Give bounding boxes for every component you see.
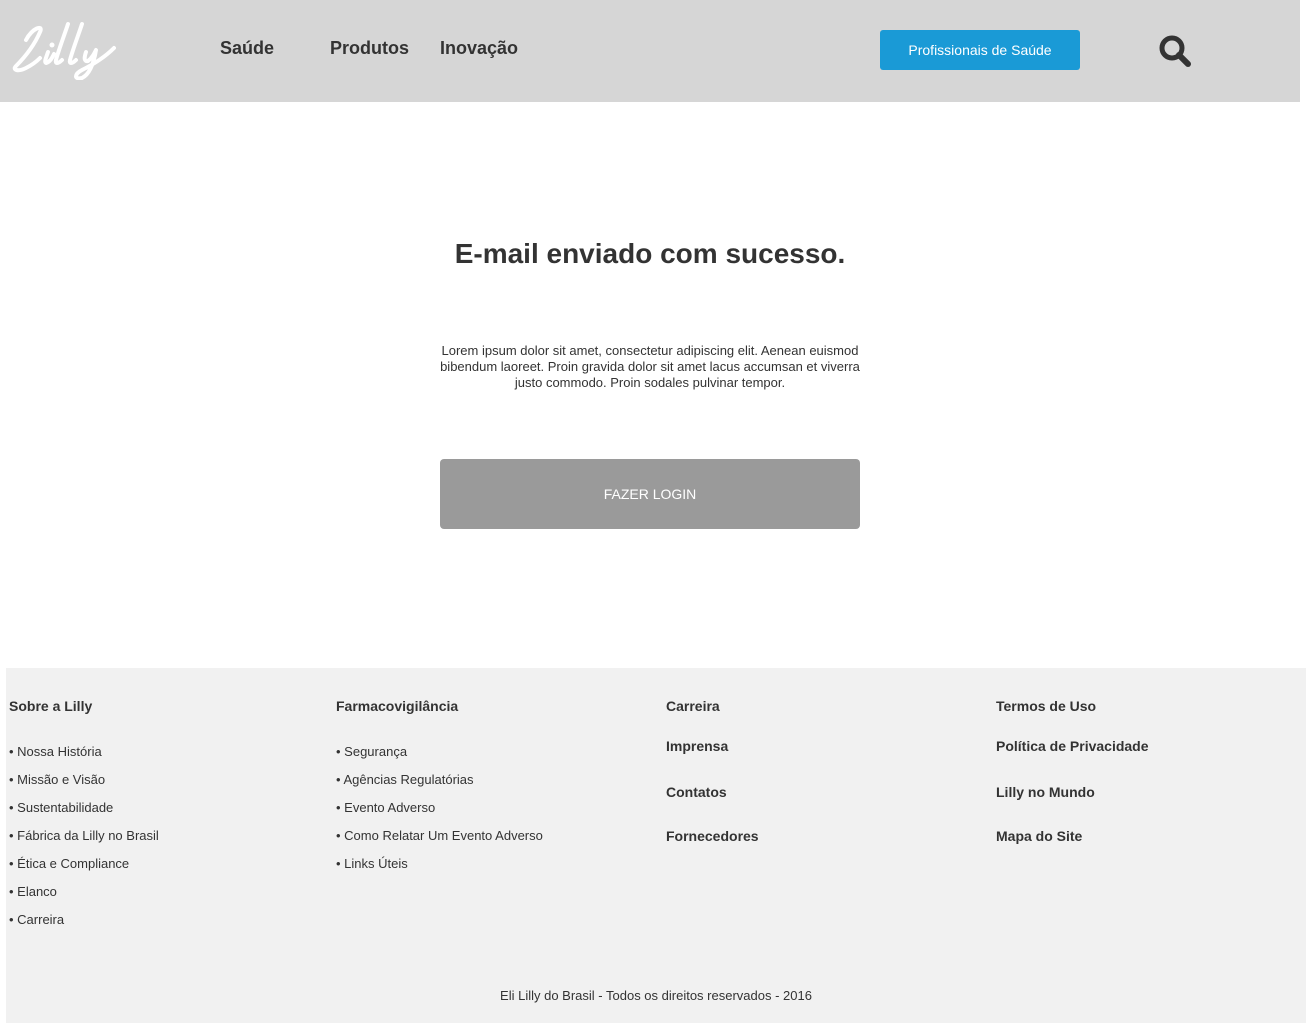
footer-link[interactable]: • Missão e Visão [9,772,105,787]
page-title: E-mail enviado com sucesso. [454,238,846,269]
copyright-text: Eli Lilly do Brasil - Todos os direitos … [500,988,812,1003]
profissionais-de-saude-button[interactable]: Profissionais de Saúde [880,30,1080,70]
site-header: Saúde Produtos Inovação Profissionais de… [0,0,1300,102]
footer-link-carreira[interactable]: Carreira [666,698,720,714]
login-button[interactable]: FAZER LOGIN [440,459,860,529]
footer-link[interactable]: • Carreira [9,912,64,927]
footer-link-privacidade[interactable]: Política de Privacidade [996,738,1149,754]
footer-link[interactable]: • Fábrica da Lilly no Brasil [9,828,159,843]
footer-heading-farmacovigilancia[interactable]: Farmacovigilância [336,698,458,714]
lilly-logo[interactable] [10,18,116,80]
footer-link[interactable]: • Como Relatar Um Evento Adverso [336,828,543,843]
footer-link[interactable]: • Sustentabilidade [9,800,113,815]
nav-produtos[interactable]: Produtos [330,38,409,59]
footer-link[interactable]: • Evento Adverso [336,800,435,815]
footer-link[interactable]: • Ética e Compliance [9,856,129,871]
footer-heading-sobre[interactable]: Sobre a Lilly [9,698,92,714]
nav-saude[interactable]: Saúde [220,38,274,59]
footer-link[interactable]: • Links Úteis [336,856,408,871]
nav-inovacao[interactable]: Inovação [440,38,518,59]
footer-link-termos[interactable]: Termos de Uso [996,698,1096,714]
success-description: Lorem ipsum dolor sit amet, consectetur … [440,343,860,390]
site-footer: Sobre a Lilly • Nossa História • Missão … [6,668,1306,1023]
footer-link-lilly-no-mundo[interactable]: Lilly no Mundo [996,784,1095,800]
footer-link-mapa-do-site[interactable]: Mapa do Site [996,828,1082,844]
footer-link[interactable]: • Elanco [9,884,57,899]
footer-link-contatos[interactable]: Contatos [666,784,727,800]
footer-link-fornecedores[interactable]: Fornecedores [666,828,759,844]
footer-link-imprensa[interactable]: Imprensa [666,738,728,754]
footer-link[interactable]: • Nossa História [9,744,102,759]
search-icon[interactable] [1157,33,1193,69]
footer-link[interactable]: • Segurança [336,744,407,759]
footer-link[interactable]: • Agências Regulatórias [336,772,474,787]
